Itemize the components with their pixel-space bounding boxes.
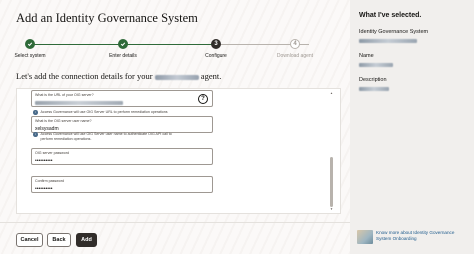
step-label: Enter details <box>109 53 137 59</box>
back-button[interactable]: Back <box>47 233 71 247</box>
learn-more-text[interactable]: Know more about Identity Governance Syst… <box>376 230 468 242</box>
field-value: •••••••••• <box>35 157 53 164</box>
step-number: 3 <box>211 39 221 49</box>
step-enter-details: Enter details <box>93 39 153 59</box>
confirm-password-field[interactable]: Confirm password •••••••••• <box>31 176 213 193</box>
summary-title: What I've selected. <box>359 12 422 19</box>
summary-label-name: Name <box>359 53 374 59</box>
step-label: Download agent <box>276 53 314 59</box>
summary-label-system: Identity Governance System <box>359 29 429 35</box>
step-select-system: Select system <box>0 39 60 59</box>
hint-text: perform remediation operations. <box>40 137 92 141</box>
progress-stepper: Select system Enter details 3 Configure … <box>14 39 313 63</box>
field-value: •••••••••• <box>35 185 53 192</box>
field-label: What is the URL of your OIG server? <box>35 93 94 97</box>
oig-username-hint: i Access Governance will use OIG Server u… <box>33 132 172 142</box>
redacted-system-value <box>359 39 417 43</box>
heading-suffix: agent. <box>200 71 222 81</box>
main-panel: Add an Identity Governance System Select… <box>0 0 350 254</box>
scroll-thumb[interactable] <box>330 157 333 207</box>
connection-form: What is the URL of your OIG server? ? iA… <box>16 88 341 214</box>
oig-url-field[interactable]: What is the URL of your OIG server? ? <box>31 90 213 107</box>
redacted-system-name <box>154 74 199 80</box>
page-title: Add an Identity Governance System <box>16 11 198 25</box>
oig-username-field[interactable]: What is the OIG server user name? xelsys… <box>31 116 213 133</box>
field-value: xelsysadm <box>35 125 59 132</box>
form-scrollbar[interactable]: ▲ ▼ <box>329 91 334 211</box>
redacted-description-value <box>359 87 389 91</box>
help-icon[interactable]: ? <box>198 94 208 104</box>
redacted-url-value <box>35 101 123 105</box>
hint-text: Access Governance will use OIG Server us… <box>40 132 172 136</box>
step-label: Configure <box>205 53 227 59</box>
field-label: What is the OIG server user name? <box>35 119 92 123</box>
field-label: Confirm password <box>35 179 64 183</box>
check-icon <box>118 39 128 49</box>
step-configure: 3 Configure <box>186 39 246 59</box>
oig-password-field[interactable]: OIG server password •••••••••• <box>31 148 213 165</box>
summary-label-description: Description <box>359 77 387 83</box>
step-download-agent: 4 Download agent <box>265 39 325 59</box>
footer-divider <box>0 222 350 223</box>
scroll-down-icon[interactable]: ▼ <box>329 207 334 211</box>
oig-url-hint: i Access Governance will use OIG Server U… <box>33 110 168 115</box>
step-number: 4 <box>290 39 300 49</box>
field-label: OIG server password <box>35 151 69 155</box>
cancel-button[interactable]: Cancel <box>16 233 43 247</box>
step-label: Select system <box>14 53 46 59</box>
info-icon: i <box>33 110 38 115</box>
heading-prefix: Let's add the connection details for you… <box>16 71 153 81</box>
tutorial-thumbnail <box>357 230 373 244</box>
form-heading: Let's add the connection details for you… <box>16 71 221 81</box>
selection-summary-panel: What I've selected. Identity Governance … <box>350 0 474 254</box>
learn-more-link[interactable]: Know more about Identity Governance Syst… <box>357 229 470 247</box>
hint-text: Access Governance will use OIG Server UR… <box>40 110 168 114</box>
check-icon <box>25 39 35 49</box>
scroll-up-icon[interactable]: ▲ <box>329 91 334 95</box>
info-icon: i <box>33 132 38 137</box>
redacted-name-value <box>359 63 393 67</box>
add-button[interactable]: Add <box>76 233 97 247</box>
